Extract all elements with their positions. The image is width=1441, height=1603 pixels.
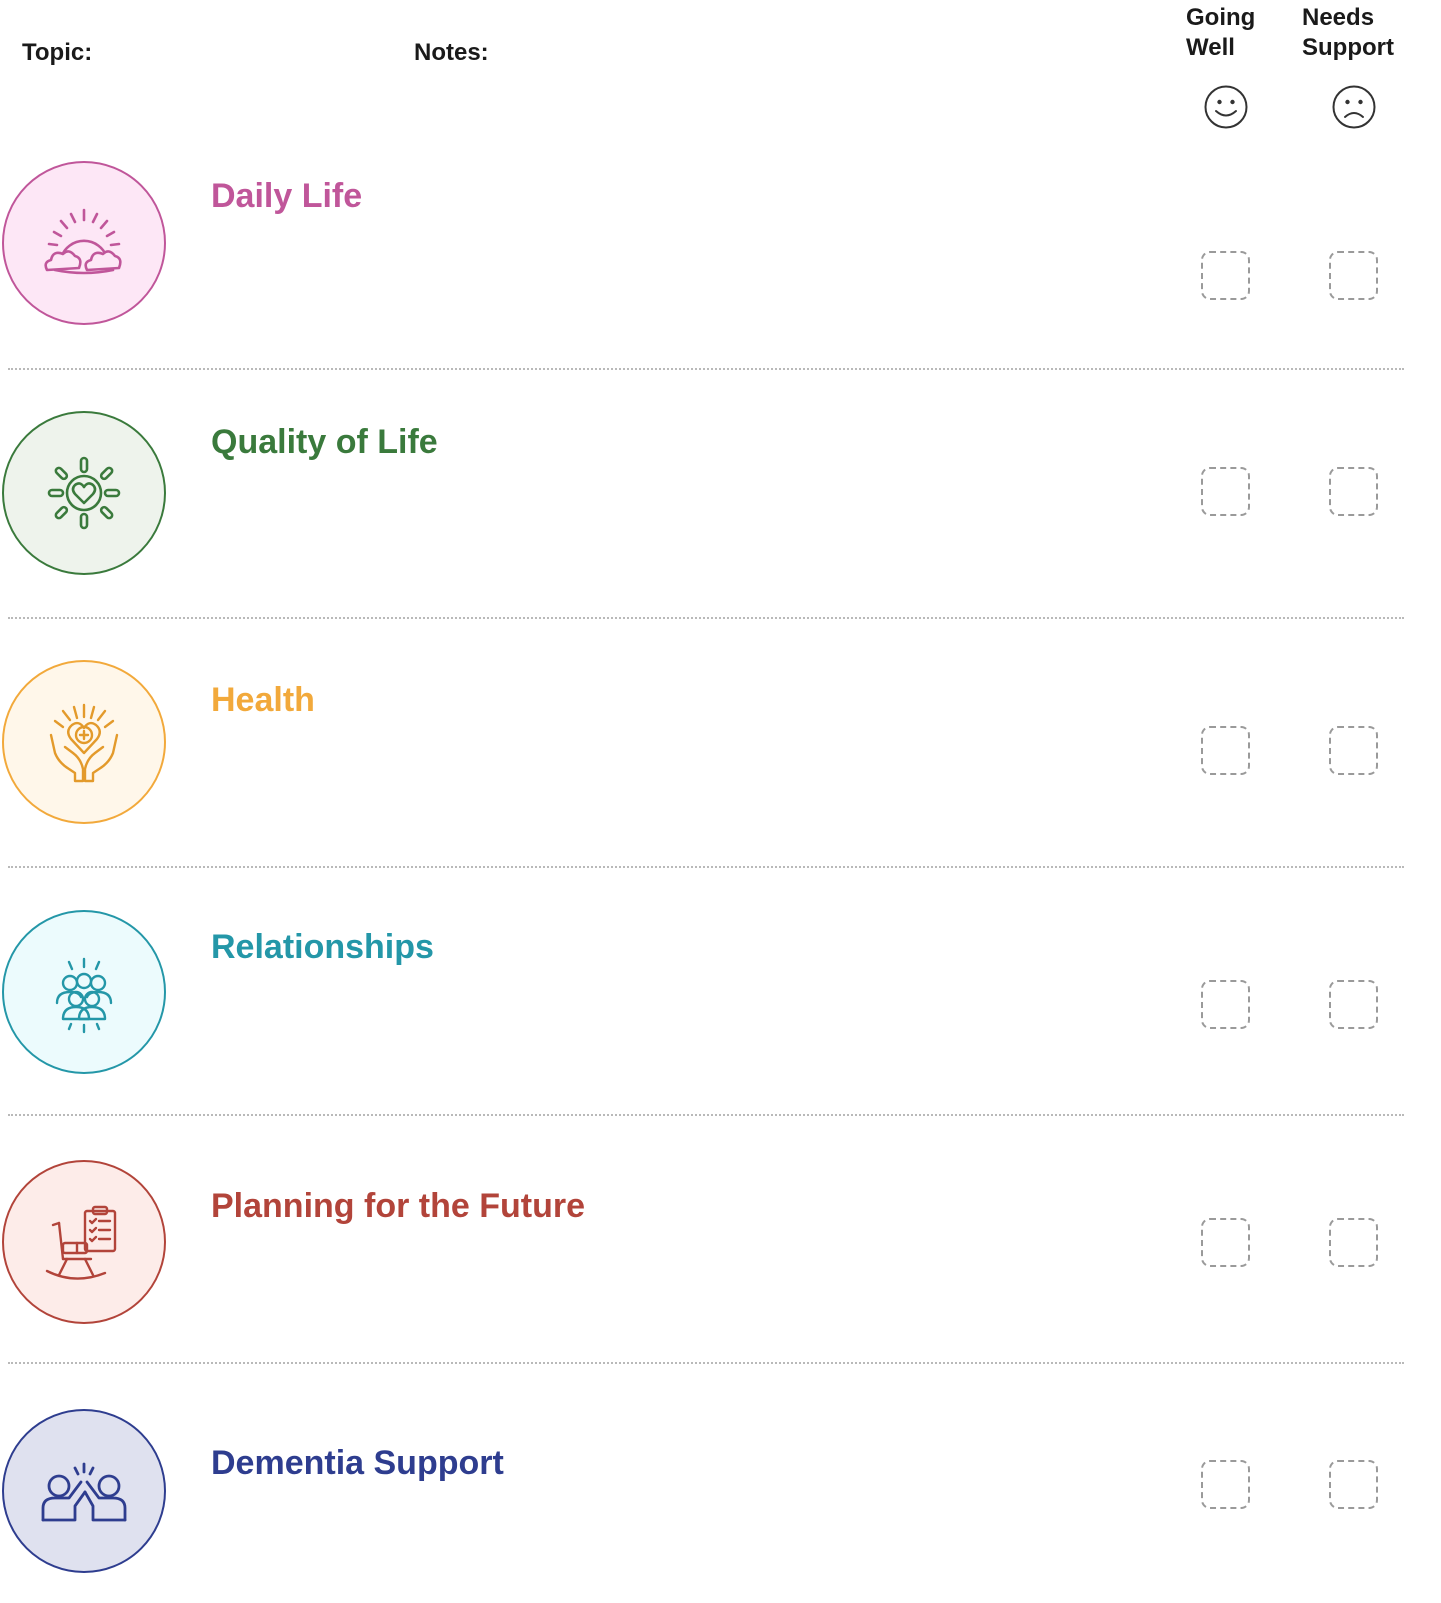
row-divider [8,1114,1404,1116]
planning-badge [2,1160,166,1324]
going-well-checkbox[interactable] [1201,251,1250,300]
daily-life-badge [2,161,166,325]
topic-title: Health [211,681,315,719]
row-divider [8,368,1404,370]
rocking-chair-clipboard-icon [45,1205,117,1280]
going-well-checkbox[interactable] [1201,726,1250,775]
topic-title: Relationships [211,928,434,966]
needs-support-column-header: Needs Support [1302,4,1394,61]
topic-title: Quality of Life [211,423,438,461]
sun-heart-icon [47,456,121,530]
health-badge [2,660,166,824]
topic-title: Planning for the Future [211,1187,585,1225]
needs-support-checkbox[interactable] [1329,1460,1378,1509]
row-divider [8,617,1404,619]
quality-of-life-badge [2,411,166,575]
topic-title: Daily Life [211,177,363,215]
needs-support-checkbox[interactable] [1329,251,1378,300]
smiley-face-icon [1204,85,1248,129]
needs-support-checkbox[interactable] [1329,726,1378,775]
going-well-checkbox[interactable] [1201,980,1250,1029]
row-divider [8,1362,1404,1364]
row-divider [8,866,1404,868]
high-five-people-icon [41,1462,127,1522]
sun-clouds-icon [44,208,122,275]
needs-support-checkbox[interactable] [1329,1218,1378,1267]
group-people-icon [55,957,113,1034]
notes-column-header: Notes: [414,39,489,66]
sad-face-icon [1332,85,1376,129]
going-well-checkbox[interactable] [1201,1460,1250,1509]
hands-heart-icon [49,703,119,783]
topic-column-header: Topic: [22,39,93,66]
going-well-checkbox[interactable] [1201,467,1250,516]
going-well-column-header: Going Well [1186,4,1256,61]
needs-support-checkbox[interactable] [1329,980,1378,1029]
needs-support-checkbox[interactable] [1329,467,1378,516]
dementia-support-badge [2,1409,166,1573]
relationships-badge [2,910,166,1074]
going-well-checkbox[interactable] [1201,1218,1250,1267]
topic-title: Dementia Support [211,1444,504,1482]
